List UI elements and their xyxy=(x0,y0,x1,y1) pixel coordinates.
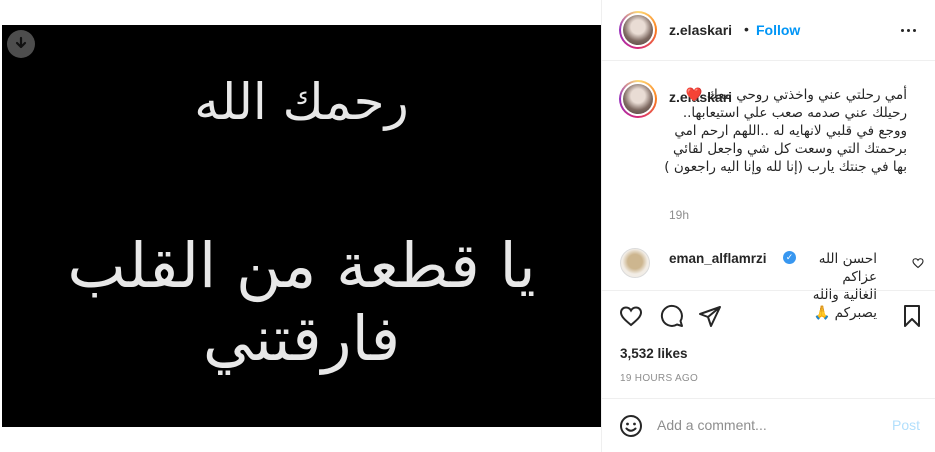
post-header: z.elaskari • Follow xyxy=(602,0,935,61)
verified-badge-icon: ✓ xyxy=(783,251,796,264)
image-text-line-2: يا قطعة من القلب فارقتني xyxy=(67,229,536,375)
comment-item: eman_alflamrzi ✓ احسن الله عزاكم الغالية… xyxy=(602,244,935,321)
post-timestamp[interactable]: 19 HOURS AGO xyxy=(620,373,698,384)
comment-username[interactable]: eman_alflamrzi xyxy=(669,251,767,266)
comment-icon[interactable] xyxy=(659,303,685,329)
emoji-icon[interactable] xyxy=(619,414,643,443)
add-comment-bar: Post xyxy=(602,398,935,452)
follow-button[interactable]: Follow xyxy=(756,22,800,38)
post-side-panel: z.elaskari • Follow z.elaskari أمي رحلتي… xyxy=(601,0,935,452)
post-image[interactable]: رحمك الله يا قطعة من القلب فارقتني xyxy=(2,25,601,427)
caption-text: أمي رحلتي عني واخذتي روحي معك ❤️ رحيلك ع… xyxy=(664,87,907,175)
post-actions: 3,532 likes 19 HOURS AGO xyxy=(602,290,935,410)
caption-avatar[interactable] xyxy=(619,80,657,118)
likes-count[interactable]: 3,532 likes xyxy=(620,346,688,361)
comment-input[interactable] xyxy=(657,414,877,436)
post-modal: رحمك الله يا قطعة من القلب فارقتني z.ela… xyxy=(0,0,935,452)
caption-time[interactable]: 19h xyxy=(669,208,689,222)
download-icon[interactable] xyxy=(7,30,35,58)
separator-dot: • xyxy=(744,21,749,37)
image-text-line-1: رحمك الله xyxy=(194,73,409,131)
heart-icon[interactable] xyxy=(618,303,644,329)
share-icon[interactable] xyxy=(697,303,723,329)
post-comment-button[interactable]: Post xyxy=(892,417,920,433)
bookmark-icon[interactable] xyxy=(899,303,925,329)
avatar[interactable] xyxy=(619,11,657,49)
more-options-icon[interactable] xyxy=(898,22,918,38)
comment-avatar[interactable] xyxy=(620,248,650,278)
header-username[interactable]: z.elaskari xyxy=(669,22,732,38)
comment-like-heart-icon[interactable] xyxy=(912,256,924,274)
